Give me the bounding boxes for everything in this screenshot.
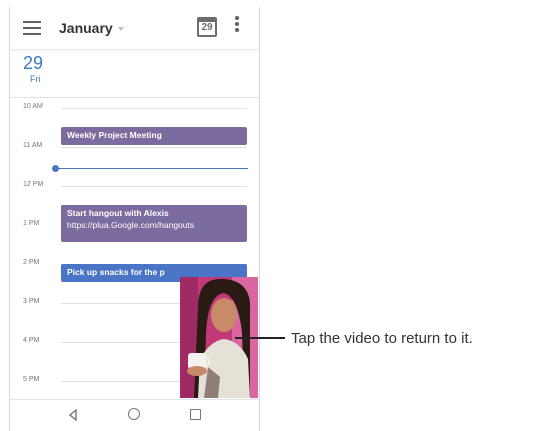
event-title: Weekly Project Meeting (67, 130, 162, 140)
hour-label: 11 AM (23, 142, 43, 149)
event-link: https://plua.Google.com/hangouts (67, 220, 195, 230)
phone-screen: January 29 29 Fri 10 AM 11 AM 12 PM 1 PM… (9, 7, 260, 431)
day-weekday: Fri (30, 74, 41, 84)
dropdown-caret-icon (117, 27, 124, 32)
event-title: Start hangout with Alexis (67, 208, 169, 218)
hour-label: 1 PM (23, 220, 40, 227)
app-bar: January 29 (10, 7, 259, 49)
callout-text: Tap the video to return to it. (291, 330, 473, 347)
hour-row: 12 PM (10, 181, 259, 188)
hour-label: 3 PM (23, 298, 40, 305)
hour-label: 2 PM (23, 259, 40, 266)
system-nav-bar (10, 399, 259, 431)
home-circle-icon[interactable] (128, 408, 140, 420)
event-weekly-project-meeting[interactable]: Weekly Project Meeting (61, 127, 247, 145)
more-vertical-icon[interactable] (234, 16, 240, 36)
hamburger-menu-icon[interactable] (23, 21, 41, 35)
hour-row: 10 AM (10, 103, 259, 110)
hour-label: 10 AM (23, 103, 43, 110)
hour-row: 11 AM (10, 142, 259, 149)
back-triangle-icon[interactable] (68, 409, 78, 421)
calendar-today-icon[interactable]: 29 (197, 14, 217, 37)
calendar-icon-day: 29 (201, 22, 213, 33)
day-number: 29 (23, 53, 44, 73)
month-selector[interactable]: January (59, 20, 124, 36)
callout-pointer-line (235, 337, 285, 339)
current-time-line (56, 168, 248, 169)
recents-square-icon[interactable] (190, 409, 201, 420)
hour-label: 5 PM (23, 376, 40, 383)
event-title: Pick up snacks for the p (67, 267, 165, 277)
hour-label: 12 PM (23, 181, 44, 188)
event-start-hangout[interactable]: Start hangout with Alexis https://plua.G… (61, 205, 247, 242)
hour-label: 4 PM (23, 337, 40, 344)
month-label: January (59, 20, 113, 36)
day-header: 29 Fri (10, 49, 259, 95)
